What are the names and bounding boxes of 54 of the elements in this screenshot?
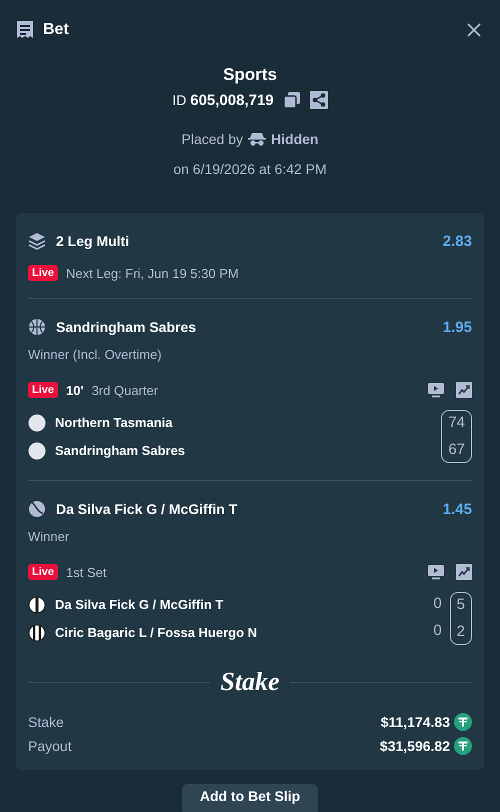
chart-icon[interactable]: [456, 382, 472, 398]
close-icon[interactable]: [466, 22, 482, 38]
tether-coin-icon: [454, 713, 472, 731]
participant-name: Da Silva Fick G / McGiffin T: [55, 597, 224, 612]
team-badge-icon: [28, 442, 46, 460]
odds-value: 2.83: [442, 232, 472, 250]
score-value: 2: [456, 622, 465, 642]
total-amount: $11,174.83: [380, 714, 450, 730]
market-name: Winner: [28, 529, 70, 544]
layers-icon: [28, 232, 46, 250]
odds-value: 1.95: [442, 318, 472, 336]
team-badge-icon: [28, 414, 46, 432]
tennis-ball-icon: [28, 500, 46, 518]
placed-by-label: Placed by: [182, 131, 244, 147]
participant-name: Sandringham Sabres: [55, 443, 186, 458]
score-value: 74: [448, 413, 465, 433]
score-value: 67: [448, 440, 465, 460]
total-amount: $31,596.82: [380, 738, 450, 754]
copy-icon[interactable]: [282, 91, 301, 109]
match-period: 1st Set: [66, 564, 106, 580]
score-value: 5: [456, 595, 465, 615]
live-badge: Live: [28, 564, 58, 580]
match-period: 3rd Quarter: [92, 382, 158, 398]
bet-category: Sports: [223, 65, 277, 85]
market-name: Winner (Incl. Overtime): [28, 347, 163, 362]
chart-icon[interactable]: [456, 564, 472, 580]
participant-name: Ciric Bagaric L / Fossa Huergo N: [55, 625, 258, 640]
participant-name: Northern Tasmania: [55, 415, 173, 430]
multi-title: 2 Leg Multi: [56, 233, 130, 249]
match-clock: 10': [66, 382, 84, 398]
receipt-icon: [16, 20, 34, 40]
live-badge: Live: [28, 265, 58, 281]
tv-play-icon[interactable]: [428, 382, 444, 398]
team-badge-icon: [28, 624, 46, 642]
placed-by-user: Hidden: [271, 131, 318, 147]
incognito-icon: [248, 132, 266, 146]
next-leg-time: Next Leg: Fri, Jun 19 5:30 PM: [66, 266, 239, 280]
total-label: Payout: [28, 738, 72, 754]
tether-coin-icon: [454, 737, 472, 755]
odds-value: 1.45: [442, 500, 472, 518]
team-badge-icon: [28, 596, 46, 614]
live-badge: Live: [28, 382, 58, 398]
modal-title: Bet: [43, 21, 69, 39]
bet-id: ID 605,008,719: [172, 92, 274, 108]
score-value: 0: [433, 621, 442, 641]
selection-name: Da Silva Fick G / McGiffin T: [56, 501, 238, 517]
share-icon[interactable]: [310, 91, 328, 109]
add-to-bet-slip-button[interactable]: Add to Bet Slip: [182, 784, 318, 812]
tv-play-icon[interactable]: [428, 564, 444, 580]
basketball-icon: [28, 318, 46, 336]
total-label: Stake: [28, 714, 64, 730]
placed-date: on 6/19/2026 at 6:42 PM: [173, 161, 327, 177]
selection-name: Sandringham Sabres: [56, 319, 196, 335]
score-value: 0: [433, 594, 442, 614]
